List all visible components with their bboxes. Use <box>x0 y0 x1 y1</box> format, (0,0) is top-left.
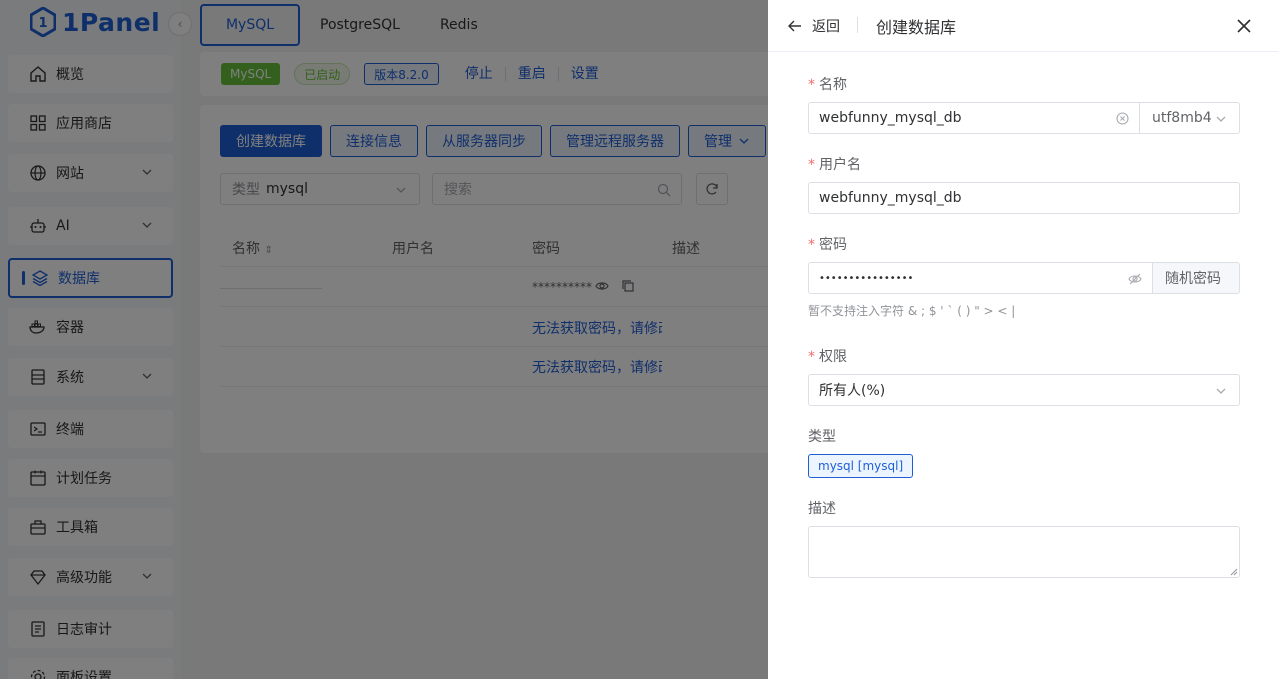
random-password-button[interactable]: 随机密码 <box>1152 262 1240 294</box>
random-password-label: 随机密码 <box>1165 271 1221 287</box>
drawer-title: 创建数据库 <box>876 18 957 37</box>
permission-value: 所有人(%) <box>819 383 886 399</box>
header-divider <box>857 17 858 33</box>
password-input[interactable]: •••••••••••••••• <box>808 262 1153 294</box>
clear-icon[interactable] <box>1116 112 1129 125</box>
drawer-header: 返回 创建数据库 <box>768 0 1278 52</box>
required-mark: * <box>808 157 815 173</box>
resize-handle-icon[interactable] <box>1230 568 1238 576</box>
close-icon[interactable] <box>1234 16 1254 36</box>
name-label: * 名称 <box>808 77 847 93</box>
username-label: * 用户名 <box>808 157 861 173</box>
chevron-down-icon <box>1216 116 1226 122</box>
password-value: •••••••••••••••• <box>819 272 914 284</box>
eye-off-icon[interactable] <box>1128 272 1142 286</box>
arrow-left-icon <box>788 20 801 32</box>
username-value: webfunny_mysql_db <box>819 190 962 206</box>
charset-select[interactable]: utf8mb4 <box>1139 102 1240 134</box>
password-label: * 密码 <box>808 237 847 253</box>
back-button[interactable]: 返回 <box>788 16 840 36</box>
create-database-drawer: 返回 创建数据库 * 名称 webfunny_mysql_db utf8mb4 *… <box>768 0 1278 679</box>
name-value: webfunny_mysql_db <box>819 110 962 126</box>
description-textarea[interactable] <box>808 526 1240 578</box>
charset-value: utf8mb4 <box>1152 110 1212 126</box>
chevron-down-icon <box>1216 388 1226 394</box>
required-mark: * <box>808 349 815 365</box>
description-label: 描述 <box>808 501 836 517</box>
type-label: 类型 <box>808 429 836 445</box>
password-hint: 暂不支持注入字符 & ; $ ' ` ( ) " > < | <box>808 304 1016 318</box>
permission-select[interactable]: 所有人(%) <box>808 374 1240 406</box>
permission-label: * 权限 <box>808 349 847 365</box>
name-input[interactable]: webfunny_mysql_db <box>808 102 1140 134</box>
back-label: 返回 <box>812 19 840 35</box>
modal-overlay[interactable] <box>0 0 768 679</box>
username-input[interactable]: webfunny_mysql_db <box>808 182 1240 214</box>
type-tag: mysql [mysql] <box>808 454 914 478</box>
required-mark: * <box>808 77 815 93</box>
required-mark: * <box>808 237 815 253</box>
